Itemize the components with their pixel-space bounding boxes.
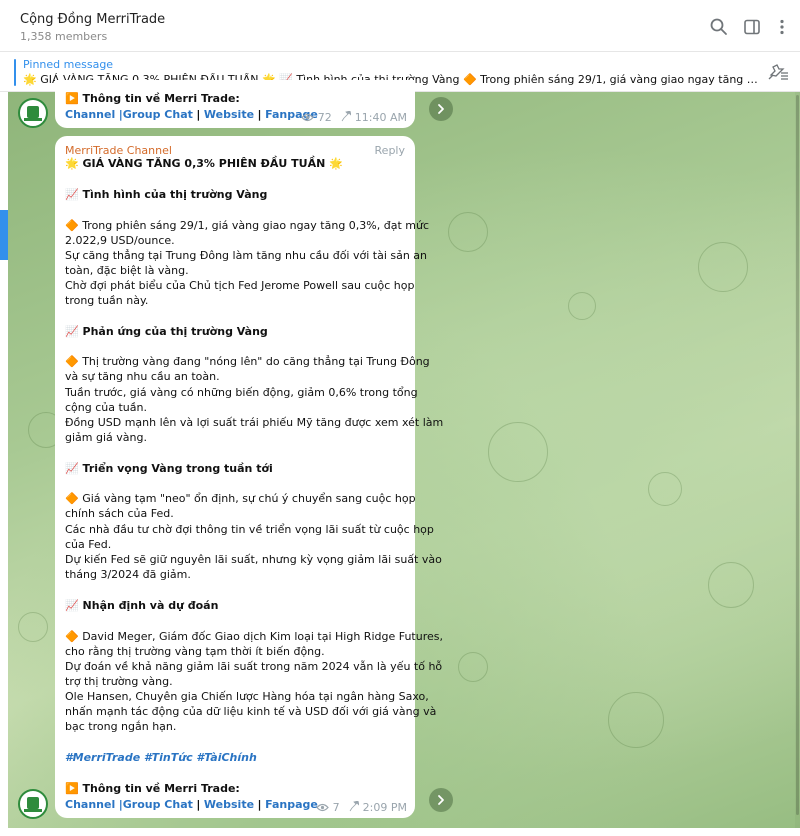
group-chat-link[interactable]: |Group Chat (119, 798, 193, 811)
wallpaper-doodle (648, 472, 682, 506)
message-line: 🔶 David Meger, Giám đốc Giao dịch Kim lo… (65, 630, 443, 643)
message-line: giảm giá vàng. (65, 431, 147, 444)
website-link[interactable]: Website (204, 798, 254, 811)
message-bubble-main[interactable]: MerriTrade Channel Reply 🌟 GIÁ VÀNG TĂNG… (55, 136, 443, 818)
group-chat-link[interactable]: |Group Chat (119, 108, 193, 121)
chevron-right-icon (438, 795, 444, 805)
forward-button[interactable] (429, 788, 453, 812)
info-title: ▶️ Thông tin về Merri Trade: (65, 92, 240, 105)
wallpaper-doodle (608, 692, 664, 748)
message-line: Sự căng thẳng tại Trung Đông làm tăng nh… (65, 249, 428, 262)
logo-bar (24, 118, 42, 121)
logo-mark (27, 106, 39, 118)
message-line: Dự kiến Fed sẽ giữ nguyên lãi suất, nhưn… (65, 553, 442, 566)
pin-list-icon[interactable] (767, 64, 789, 80)
message-headline: 🌟 GIÁ VÀNG TĂNG 0,3% PHIÊN ĐẦU TUẦN 🌟 (65, 157, 343, 170)
channel-link[interactable]: Channel (65, 108, 115, 121)
member-count: 1,358 members (20, 30, 108, 43)
message-line: 2.022,9 USD/ounce. (65, 234, 175, 247)
pinned-title: Pinned message (23, 58, 114, 71)
info-links: Channel |Group Chat | Website | Fanpage (65, 107, 318, 122)
section-heading: 📈 Tình hình của thị trường Vàng (65, 188, 268, 201)
wallpaper-doodle (448, 212, 488, 252)
view-count: 7 (332, 801, 340, 814)
message-time: 11:40 AM (354, 111, 407, 124)
message-line: tháng 3/2024 đã giảm. (65, 568, 191, 581)
wallpaper-doodle (708, 562, 754, 608)
views-icon (316, 802, 329, 812)
forward-button[interactable] (429, 97, 453, 121)
section-heading: 📈 Phản ứng của thị trường Vàng (65, 325, 268, 338)
pinned-mark-icon (349, 800, 360, 812)
message-line: nhấn mạnh tác động của dữ liệu kinh tế v… (65, 705, 437, 718)
sidebar-toggle-icon[interactable] (742, 17, 762, 37)
left-accent-bar (0, 210, 8, 260)
chat-title[interactable]: Cộng Đồng MerriTrade (20, 12, 165, 27)
wallpaper-doodle (488, 422, 548, 482)
section-heading: 📈 Triển vọng Vàng trong tuần tới (65, 462, 273, 475)
message-line: cho rằng thị trường vàng tạm thời ít biế… (65, 645, 325, 658)
info-title: ▶️ Thông tin về Merri Trade: (65, 782, 240, 795)
separator: | (196, 798, 201, 811)
message-line: Dự đoán về khả năng giảm lãi suất trong … (65, 660, 443, 673)
section-heading: 📈 Nhận định và dự đoán (65, 599, 219, 612)
logo-mark (27, 797, 39, 809)
message-line: toàn, đặc biệt là vàng. (65, 264, 189, 277)
channel-avatar[interactable] (18, 98, 48, 128)
wallpaper-doodle (458, 652, 488, 682)
hashtags[interactable]: #MerriTrade #TinTức #TàiChính (65, 750, 257, 765)
message-line: của Fed. (65, 538, 112, 551)
message-line: trong tuần này. (65, 294, 149, 307)
info-links: Channel |Group Chat | Website | Fanpage (65, 797, 318, 812)
message-line: Các nhà đầu tư chờ đợi thông tin về triể… (65, 523, 434, 536)
wallpaper-doodle (18, 612, 48, 642)
message-line: cộng của tuần. (65, 401, 147, 414)
channel-link[interactable]: Channel (65, 798, 115, 811)
fanpage-link[interactable]: Fanpage (265, 798, 318, 811)
scrollbar-thumb[interactable] (796, 95, 799, 815)
reply-button[interactable]: Reply (375, 144, 405, 157)
message-time: 2:09 PM (362, 801, 407, 814)
search-icon[interactable] (709, 17, 729, 37)
views-icon (301, 112, 315, 122)
view-count: 72 (317, 111, 332, 124)
message-line: Ole Hansen, Chuyên gia Chiến lược Hàng h… (65, 690, 429, 703)
logo-bar (24, 809, 42, 812)
message-line: 🔶 Trong phiên sáng 29/1, giá vàng giao n… (65, 219, 430, 232)
message-line: bạc trong ngắn hạn. (65, 720, 177, 733)
wallpaper-doodle (568, 292, 596, 320)
message-line: 🔶 Giá vàng tạm "neo" ổn định, sự chú ý c… (65, 492, 416, 505)
separator: | (257, 798, 262, 811)
chat-header: Cộng Đồng MerriTrade 1,358 members (0, 0, 800, 52)
message-line: Tuần trước, giá vàng có những biến động,… (65, 386, 418, 399)
wallpaper-doodle (698, 242, 748, 292)
message-meta: 72 11:40 AM (301, 110, 407, 124)
message-line: Đồng USD mạnh lên và lợi suất trái phiếu… (65, 416, 444, 429)
separator: | (196, 108, 201, 121)
website-link[interactable]: Website (204, 108, 254, 121)
message-line: và sự tăng nhu cầu an toàn. (65, 370, 220, 383)
message-line: 🔶 Thị trường vàng đang "nóng lên" do căn… (65, 355, 430, 368)
message-line: Chờ đợi phát biểu của Chủ tịch Fed Jerom… (65, 279, 415, 292)
separator: | (257, 108, 262, 121)
message-meta: 7 2:09 PM (316, 800, 407, 814)
message-bubble-previous[interactable]: ▶️ Thông tin về Merri Trade: Channel |Gr… (55, 80, 415, 128)
channel-avatar[interactable] (18, 789, 48, 819)
pinned-mark-icon (341, 110, 353, 122)
chevron-right-icon (438, 104, 444, 114)
more-vert-icon[interactable] (772, 17, 792, 37)
message-line: chính sách của Fed. (65, 507, 174, 520)
pinned-indicator (14, 59, 16, 86)
message-line: trợ thị trường vàng. (65, 675, 173, 688)
